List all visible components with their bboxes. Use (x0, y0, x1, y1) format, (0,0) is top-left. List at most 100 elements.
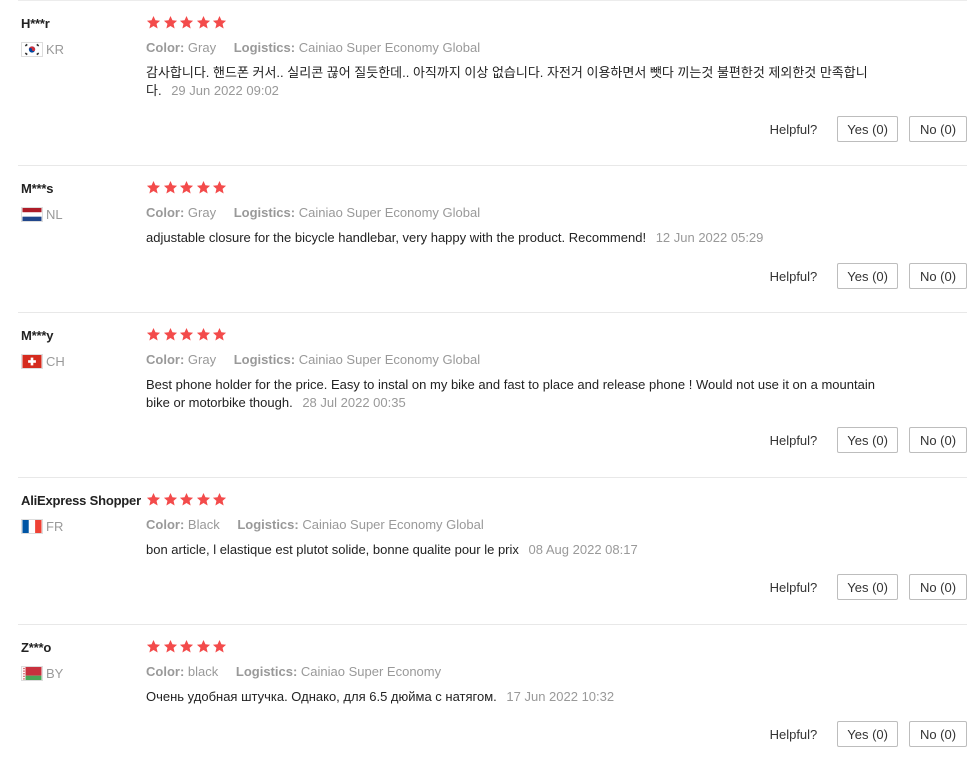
reviewer-country: KR (21, 41, 64, 57)
comment-body: Best phone holder for the price. Easy to… (146, 377, 875, 410)
review-date: 28 Jul 2022 00:35 (302, 395, 406, 410)
star-icon (146, 327, 161, 343)
star-icon (212, 327, 227, 343)
logistics-value: Cainiao Super Economy Global (302, 517, 484, 532)
star-icon (146, 180, 161, 196)
review-date: 08 Aug 2022 08:17 (528, 542, 638, 557)
star-rating (146, 492, 227, 508)
helpful-vote: Helpful? Yes (0) No (0) (770, 721, 967, 747)
helpful-no-button[interactable]: No (0) (909, 721, 967, 747)
helpful-no-button[interactable]: No (0) (909, 116, 967, 142)
star-icon (196, 492, 211, 508)
helpful-vote: Helpful? Yes (0) No (0) (770, 574, 967, 600)
flag-nl-icon (21, 206, 43, 222)
review-item: M***s NL Color: Gray Logistics: Cainiao … (18, 165, 967, 312)
helpful-yes-button[interactable]: Yes (0) (837, 574, 898, 600)
country-code: CH (46, 353, 65, 369)
color-label: Color: (146, 664, 185, 679)
review-text: adjustable closure for the bicycle handl… (146, 229, 881, 247)
helpful-yes-button[interactable]: Yes (0) (837, 427, 898, 453)
star-icon (179, 15, 194, 31)
star-icon (163, 180, 178, 196)
helpful-label: Helpful? (769, 432, 818, 448)
star-icon (179, 492, 194, 508)
star-icon (179, 639, 194, 655)
helpful-vote: Helpful? Yes (0) No (0) (770, 263, 967, 289)
star-icon (146, 492, 161, 508)
star-icon (196, 180, 211, 196)
review-item: Z***o BY Color: black Logistics: Cainiao (18, 624, 967, 758)
star-icon (196, 327, 211, 343)
reviewer-name: AliExpress Shopper (21, 493, 141, 508)
feedback-list: H***r KR Color: Gray Logistics: Cainiao … (0, 0, 979, 758)
helpful-yes-button[interactable]: Yes (0) (837, 721, 898, 747)
product-attributes: Color: Gray Logistics: Cainiao Super Eco… (146, 205, 494, 220)
country-code: BY (46, 665, 64, 681)
reviewer-name: M***s (21, 181, 54, 196)
reviewer-name: M***y (21, 328, 54, 343)
logistics-value: Cainiao Super Economy (300, 664, 442, 679)
helpful-no-button[interactable]: No (0) (909, 263, 967, 289)
helpful-vote: Helpful? Yes (0) No (0) (770, 116, 967, 142)
star-icon (146, 639, 161, 655)
star-icon (163, 639, 178, 655)
flag-kr-icon (21, 41, 43, 57)
star-icon (196, 639, 211, 655)
helpful-vote: Helpful? Yes (0) No (0) (770, 427, 967, 453)
star-icon (212, 15, 227, 31)
logistics-label: Logistics: (235, 664, 298, 679)
star-icon (163, 492, 178, 508)
color-value: Gray (187, 205, 217, 220)
review-date: 12 Jun 2022 05:29 (655, 230, 764, 245)
review-text: Очень удобная штучка. Однако, для 6.5 дю… (146, 688, 881, 706)
star-icon (212, 180, 227, 196)
star-icon (212, 492, 227, 508)
star-icon (179, 327, 194, 343)
logistics-value: Cainiao Super Economy Global (298, 40, 481, 55)
logistics-label: Logistics: (237, 517, 299, 532)
reviewer-name: Z***o (21, 640, 52, 655)
reviewer-country: CH (21, 353, 65, 369)
helpful-label: Helpful? (769, 726, 818, 742)
helpful-label: Helpful? (769, 268, 818, 284)
logistics-label: Logistics: (233, 205, 296, 220)
helpful-label: Helpful? (769, 121, 818, 137)
product-attributes: Color: Gray Logistics: Cainiao Super Eco… (146, 40, 494, 55)
star-icon (196, 15, 211, 31)
helpful-no-button[interactable]: No (0) (909, 427, 967, 453)
helpful-yes-button[interactable]: Yes (0) (837, 263, 898, 289)
review-item: M***y CH Color: Gray Logistics: Cainiao … (18, 312, 967, 477)
star-rating (146, 639, 227, 655)
product-attributes: Color: black Logistics: Cainiao Super Ec… (146, 664, 455, 679)
helpful-yes-button[interactable]: Yes (0) (837, 116, 898, 142)
review-item: AliExpress Shopper FR Color: Black Logis… (18, 477, 967, 624)
color-label: Color: (146, 517, 185, 532)
review-text: 감사합니다. 핸드폰 커서.. 실리콘 끊어 질듯한데.. 아직까지 이상 없습… (146, 64, 881, 100)
color-value: black (187, 664, 219, 679)
country-code: NL (46, 206, 63, 222)
star-icon (212, 639, 227, 655)
star-rating (146, 327, 227, 343)
product-attributes: Color: Gray Logistics: Cainiao Super Eco… (146, 352, 494, 367)
country-code: FR (46, 518, 64, 534)
color-value: Gray (187, 352, 217, 367)
color-label: Color: (146, 40, 185, 55)
comment-body: adjustable closure for the bicycle handl… (146, 230, 647, 245)
logistics-value: Cainiao Super Economy Global (298, 205, 481, 220)
color-value: Gray (187, 40, 217, 55)
helpful-label: Helpful? (769, 579, 818, 595)
star-rating (146, 180, 227, 196)
star-icon (179, 180, 194, 196)
color-label: Color: (146, 352, 185, 367)
reviewer-name: H***r (21, 16, 50, 31)
comment-body: bon article, l elastique est plutot soli… (146, 542, 519, 557)
review-item: H***r KR Color: Gray Logistics: Cainiao … (18, 0, 967, 165)
logistics-label: Logistics: (233, 40, 296, 55)
reviewer-country: FR (21, 518, 63, 534)
color-value: Black (187, 517, 220, 532)
star-icon (163, 15, 178, 31)
comment-body: Очень удобная штучка. Однако, для 6.5 дю… (146, 689, 497, 704)
flag-ch-icon (21, 353, 43, 369)
helpful-no-button[interactable]: No (0) (909, 574, 967, 600)
review-text: bon article, l elastique est plutot soli… (146, 541, 881, 559)
